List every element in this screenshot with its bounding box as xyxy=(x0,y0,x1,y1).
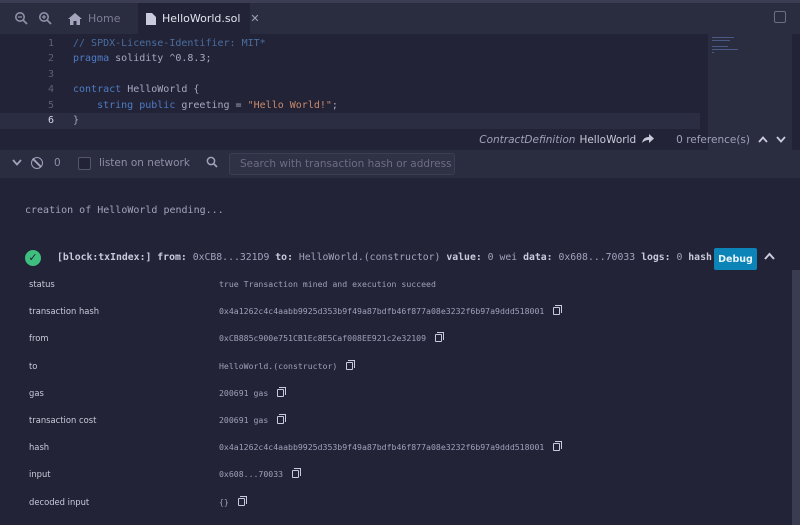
tab-home[interactable]: Home xyxy=(62,3,136,34)
search-icon xyxy=(206,156,218,171)
code-text: } xyxy=(73,115,80,126)
chevron-up-icon[interactable] xyxy=(758,135,768,146)
code-line[interactable]: 4 contract HelloWorld { xyxy=(0,82,700,98)
row-key: transaction hash xyxy=(29,306,100,317)
code-text: pragma solidity ^0.8.3; xyxy=(73,53,212,64)
chevron-up-icon[interactable] xyxy=(764,250,775,263)
listen-on-network-checkbox[interactable] xyxy=(78,157,91,170)
line-number: 1 xyxy=(47,37,54,49)
pending-tx-count: 0 xyxy=(54,157,61,169)
row-value: 200691 gas xyxy=(219,414,287,425)
transaction-summary-text: [block:txIndex:] from: 0xCB8...321D9 to:… xyxy=(57,252,718,263)
terminal-scrollbar[interactable] xyxy=(792,270,800,525)
copy-icon[interactable] xyxy=(346,359,356,370)
panel-toggle-icon[interactable] xyxy=(774,11,786,23)
debug-button[interactable]: Debug xyxy=(714,248,757,270)
copy-icon[interactable] xyxy=(237,495,247,506)
row-key: status xyxy=(29,279,55,289)
row-key: hash xyxy=(29,442,50,453)
tab-helloworld-sol[interactable]: HelloWorld.sol ✕ xyxy=(138,3,260,34)
row-value: {} xyxy=(219,495,247,507)
table-row: from 0xCB885c900e751CB1Ec8E5Caf008EE921c2… xyxy=(0,328,780,348)
row-key: transaction cost xyxy=(29,415,97,425)
table-row: hash 0x4a1262c4c4aabb9925d353b9f49a87bdfb… xyxy=(0,437,780,457)
code-line[interactable]: 5 string public greeting = "Hello World!… xyxy=(0,97,700,113)
transaction-search-input[interactable] xyxy=(229,153,455,175)
home-icon xyxy=(68,12,82,26)
zoom-out-icon[interactable] xyxy=(13,11,29,27)
code-text: contract HelloWorld { xyxy=(73,84,200,95)
terminal-output: creation of HelloWorld pending... ✓ [blo… xyxy=(0,178,800,525)
table-row: gas 200691 gas xyxy=(0,383,780,403)
row-value: 0x608...70033 xyxy=(219,468,302,479)
tab-home-label: Home xyxy=(88,12,121,25)
table-row: transaction hash 0x4a1262c4c4aabb9925d353… xyxy=(0,301,780,321)
code-line[interactable]: 6} xyxy=(0,112,700,129)
clear-console-icon[interactable] xyxy=(31,157,43,169)
references-count: 0 reference(s) xyxy=(676,134,750,146)
row-value: 200691 gas xyxy=(219,386,287,398)
table-row: status true Transaction mined and executi… xyxy=(0,274,780,294)
row-value: 0x4a1262c4c4aabb9925d353b9f49a87bdfb46f8… xyxy=(219,441,563,452)
table-row: transaction cost 200691 gas xyxy=(0,410,780,430)
line-number: 3 xyxy=(47,68,54,80)
copy-icon[interactable] xyxy=(277,414,287,424)
line-number: 6 xyxy=(47,115,54,126)
code-line[interactable]: 1 // SPDX-License-Identifier: MIT* xyxy=(0,35,700,51)
terminal-toolbar: 0 listen on network xyxy=(0,150,800,178)
collapse-terminal-icon[interactable] xyxy=(12,158,22,169)
row-value: 0xCB885c900e751CB1Ec8E5Caf008EE921c2e321… xyxy=(219,332,445,343)
row-value: true Transaction mined and execution suc… xyxy=(219,279,436,289)
close-icon[interactable]: ✕ xyxy=(250,12,259,25)
row-key: from xyxy=(29,333,49,344)
copy-icon[interactable] xyxy=(292,468,302,479)
chevron-down-icon[interactable] xyxy=(776,135,786,146)
row-value: HelloWorld.(constructor) xyxy=(219,359,356,371)
row-key: decoded input xyxy=(29,496,90,507)
copy-icon[interactable] xyxy=(553,441,563,452)
copy-icon[interactable] xyxy=(435,332,445,343)
row-key: to xyxy=(29,360,38,371)
definition-type: ContractDefinition xyxy=(479,134,576,146)
code-line[interactable]: 3 xyxy=(0,66,700,82)
tab-bar: Home HelloWorld.sol ✕ xyxy=(0,0,800,34)
copy-icon[interactable] xyxy=(553,305,563,316)
code-text: // SPDX-License-Identifier: MIT* xyxy=(73,37,266,49)
copy-icon[interactable] xyxy=(277,386,287,397)
zoom-in-icon[interactable] xyxy=(37,11,53,27)
code-line[interactable]: 2 pragma solidity ^0.8.3; xyxy=(0,51,700,67)
pending-message: creation of HelloWorld pending... xyxy=(25,205,224,216)
table-row: to HelloWorld.(constructor) xyxy=(0,356,780,376)
definition-name: HelloWorld xyxy=(579,134,637,146)
reference-bar: ContractDefinition HelloWorld 0 referenc… xyxy=(0,130,800,150)
file-icon xyxy=(146,12,156,26)
transaction-summary[interactable]: ✓ [block:txIndex:] from: 0xCB8...321D9 t… xyxy=(0,248,790,272)
line-number: 4 xyxy=(47,84,54,95)
go-to-definition-icon[interactable] xyxy=(642,133,655,147)
row-key: gas xyxy=(29,387,44,398)
line-number: 5 xyxy=(47,99,54,111)
row-key: input xyxy=(29,469,51,480)
row-value: 0x4a1262c4c4aabb9925d353b9f49a87bdfb46f8… xyxy=(219,305,563,316)
line-number: 2 xyxy=(47,53,54,64)
table-row: input 0x608...70033 xyxy=(0,464,780,484)
code-text: string public greeting = "Hello World!"; xyxy=(73,99,338,111)
listen-on-network-label: listen on network xyxy=(99,157,190,169)
success-check-icon: ✓ xyxy=(25,250,41,266)
tab-file-label: HelloWorld.sol xyxy=(162,12,241,25)
table-row: decoded input {} xyxy=(0,492,780,512)
